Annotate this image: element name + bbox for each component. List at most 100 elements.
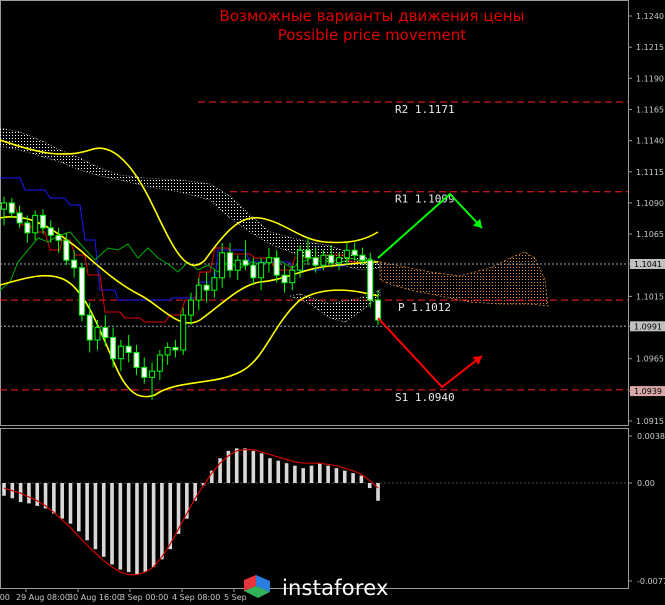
histogram-bar xyxy=(35,483,40,506)
osc-tick-label: 0.00 xyxy=(637,479,655,488)
price-tags: 1.1041 1.0991 1.0939 xyxy=(630,258,665,397)
histogram-bar xyxy=(334,468,339,483)
histogram-bar xyxy=(168,483,173,550)
candle-body xyxy=(297,249,304,271)
price-tick-label: 1.1215 xyxy=(636,43,664,52)
candle-body xyxy=(133,351,140,368)
histogram-bar xyxy=(251,450,256,483)
instaforex-logo: instaforex xyxy=(240,573,389,603)
time-tick-label: 4 Sep 08:00 xyxy=(172,593,220,602)
time-tick-label: :00 xyxy=(0,593,10,602)
price-tick-label: 1.1065 xyxy=(636,230,664,239)
histogram-bar xyxy=(318,463,322,483)
candle-body xyxy=(242,259,249,266)
instaforex-logo-text: instaforex xyxy=(282,576,389,600)
candle-body xyxy=(78,267,85,316)
candle-body xyxy=(180,314,187,351)
candle-body xyxy=(328,254,335,264)
candle-body xyxy=(172,346,179,351)
histogram-bar xyxy=(110,483,114,565)
price-tick-label: 1.1015 xyxy=(636,292,664,301)
histogram-bar xyxy=(143,483,148,573)
histogram-bar xyxy=(2,483,6,496)
pivot-label-r2: R2 1.1171 xyxy=(395,103,455,116)
candle-body xyxy=(86,314,93,341)
price-tick-label: 1.1240 xyxy=(636,12,664,21)
histogram-bar xyxy=(342,470,347,483)
candle-body xyxy=(117,345,124,360)
histogram-bar xyxy=(276,460,281,483)
chart-title-ru: Возможные варианты движения цены xyxy=(220,7,525,25)
candle-body xyxy=(16,212,23,224)
candle-body xyxy=(289,269,296,284)
pivot-label-s1: S1 1.0940 xyxy=(395,391,455,404)
candle-body xyxy=(188,299,194,316)
candle-body xyxy=(234,259,241,271)
histogram-bar xyxy=(376,483,380,501)
candle-body xyxy=(351,249,358,256)
pivot-label-p: P 1.1012 xyxy=(398,301,451,314)
candle-body xyxy=(141,366,148,378)
candle-body xyxy=(149,370,156,378)
candle-body xyxy=(24,222,31,234)
candle-body xyxy=(281,274,288,284)
candle-body xyxy=(258,262,265,279)
histogram-bar xyxy=(68,483,73,524)
histogram-bar xyxy=(60,483,64,519)
candle-body xyxy=(304,249,311,259)
candle-body xyxy=(219,252,226,279)
price-tag-label: 1.0939 xyxy=(634,387,662,396)
histogram-bar xyxy=(234,448,239,483)
histogram-bar xyxy=(367,483,372,489)
histogram-bar xyxy=(52,483,56,514)
candle-body xyxy=(265,257,272,264)
candle-body xyxy=(55,234,62,241)
candle-body xyxy=(32,214,39,234)
pivot-label-r1: R1 1.1099 xyxy=(395,193,455,206)
instaforex-logo-icon xyxy=(244,575,270,598)
time-axis: :00 29 Aug 08:0030 Aug 16:003 Sep 00:00 4 … xyxy=(0,589,247,602)
candle-body xyxy=(336,257,343,264)
candle-body xyxy=(47,227,54,236)
price-tick-label: 1.1190 xyxy=(636,74,664,83)
price-tick-label: 1.0915 xyxy=(636,417,664,426)
histogram-bar xyxy=(27,483,31,504)
candle-body xyxy=(102,327,109,339)
price-tick-label: 1.1140 xyxy=(636,137,664,146)
price-tag-label: 1.1041 xyxy=(634,260,662,269)
histogram-bar xyxy=(293,465,297,483)
candle-body xyxy=(71,259,78,269)
histogram-bar xyxy=(101,483,106,557)
histogram-bar xyxy=(301,468,305,483)
histogram-bar xyxy=(284,463,289,483)
time-tick-label: 30 Aug 16:00 xyxy=(68,593,122,602)
histogram-bar xyxy=(243,448,247,483)
histogram-bar xyxy=(77,483,81,532)
histogram-bar xyxy=(126,483,131,573)
price-tick-label: 1.1090 xyxy=(636,199,664,208)
price-panel-frame xyxy=(0,0,629,426)
histogram-bar xyxy=(351,473,355,483)
candle-body xyxy=(39,214,46,229)
candle-body xyxy=(164,346,171,356)
candle-body xyxy=(8,202,15,214)
osc-tick-label: 0.0038 xyxy=(637,432,665,441)
time-tick-label: 3 Sep 00:00 xyxy=(120,593,168,602)
histogram-bar xyxy=(151,483,156,567)
histogram-bar xyxy=(326,465,330,483)
candle-body xyxy=(63,239,70,261)
time-tick-label: 29 Aug 08:00 xyxy=(16,593,70,602)
candle-body xyxy=(94,327,101,341)
histogram-bar xyxy=(359,475,364,483)
price-tick-label: 1.1165 xyxy=(636,105,664,114)
candle-body xyxy=(312,257,319,266)
histogram-bar xyxy=(118,483,123,570)
histogram-bar xyxy=(309,465,314,483)
candle-body xyxy=(367,259,374,301)
candle-body xyxy=(375,299,381,321)
price-tick-label: 1.0965 xyxy=(636,355,664,364)
candle-body xyxy=(359,254,366,261)
price-axis: 1.1240 1.1215 1.1190 1.1165 1.1140 1.1115 1.10… xyxy=(628,12,664,426)
candle-body xyxy=(343,249,350,259)
histogram-bar xyxy=(93,483,98,550)
